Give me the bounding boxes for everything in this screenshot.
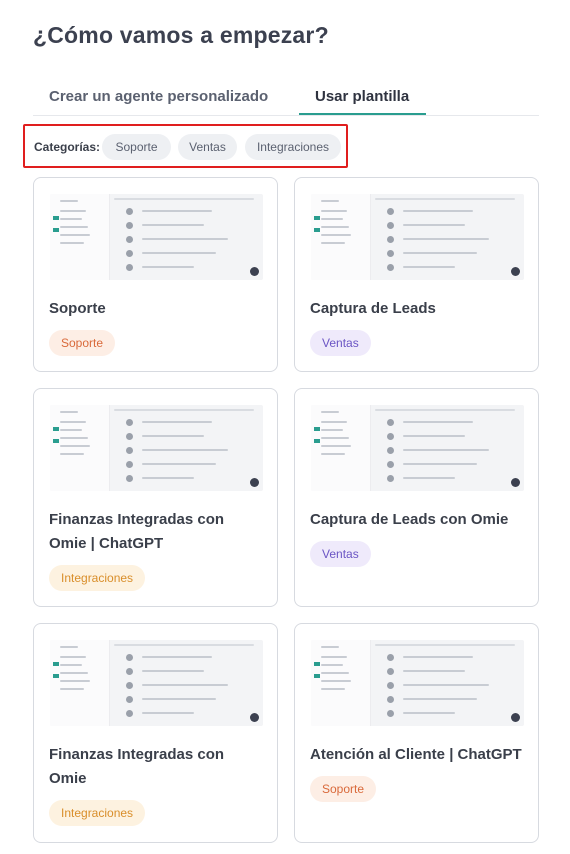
template-card-finanzas-omie[interactable]: Finanzas Integradas con Omie Integracion… xyxy=(33,623,278,843)
tab-create-custom-agent[interactable]: Crear un agente personalizado xyxy=(49,88,268,105)
template-card-title: Atención al Cliente | ChatGPT xyxy=(310,746,522,763)
template-category-tag: Ventas xyxy=(310,330,371,356)
template-card-title: Finanzas Integradas con Omie xyxy=(49,746,225,787)
template-card-soporte[interactable]: Soporte Soporte xyxy=(33,177,278,372)
template-preview-image xyxy=(311,194,524,280)
template-preview-image xyxy=(311,405,524,491)
template-category-tag: Integraciones xyxy=(49,565,146,591)
category-filter: Categorías: Soporte Ventas Integraciones xyxy=(23,124,348,168)
template-card-captura-de-leads-omie[interactable]: Captura de Leads con Omie Ventas xyxy=(294,388,539,607)
template-category-tag: Soporte xyxy=(49,330,116,356)
tab-bar: Crear un agente personalizado Usar plant… xyxy=(33,78,539,116)
page-title: ¿Cómo vamos a empezar? xyxy=(33,22,329,48)
category-filter-label: Categorías: xyxy=(34,140,101,154)
template-card-title: Captura de Leads con Omie xyxy=(310,511,509,528)
template-card-title: Captura de Leads xyxy=(310,300,436,317)
template-preview-image xyxy=(50,405,263,491)
category-chip-soporte[interactable]: Soporte xyxy=(102,134,171,160)
active-tab-indicator xyxy=(299,113,426,115)
tab-use-template[interactable]: Usar plantilla xyxy=(315,88,409,105)
template-category-tag: Integraciones xyxy=(49,800,146,826)
template-card-atencion-al-cliente-chatgpt[interactable]: Atención al Cliente | ChatGPT Soporte xyxy=(294,623,539,843)
template-category-tag: Soporte xyxy=(310,776,377,802)
template-preview-image xyxy=(311,640,524,726)
category-chip-ventas[interactable]: Ventas xyxy=(178,134,237,160)
template-card-captura-de-leads[interactable]: Captura de Leads Ventas xyxy=(294,177,539,372)
template-preview-image xyxy=(50,194,263,280)
template-preview-image xyxy=(50,640,263,726)
template-card-title: Soporte xyxy=(49,300,106,317)
template-card-title: Finanzas Integradas con Omie | ChatGPT xyxy=(49,511,225,552)
template-category-tag: Ventas xyxy=(310,541,371,567)
template-card-finanzas-omie-chatgpt[interactable]: Finanzas Integradas con Omie | ChatGPT I… xyxy=(33,388,278,607)
category-chip-integraciones[interactable]: Integraciones xyxy=(245,134,341,160)
